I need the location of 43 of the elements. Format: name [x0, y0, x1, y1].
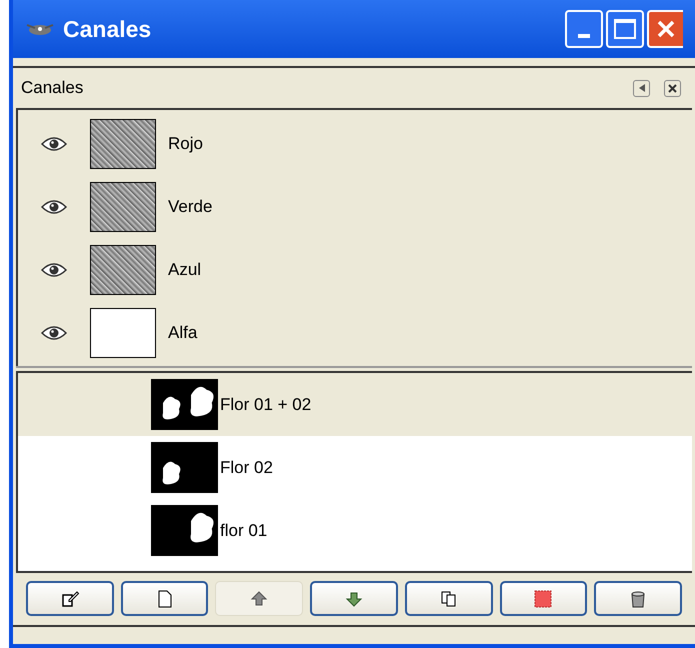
- panel-title: Canales: [21, 77, 84, 100]
- channel-name: Flor 01 + 02: [220, 394, 312, 416]
- channel-row[interactable]: Alfa: [18, 301, 692, 364]
- photo-placeholder: [90, 182, 156, 232]
- photo-placeholder: [90, 118, 156, 168]
- edit-icon: [60, 588, 80, 608]
- delete-button[interactable]: [594, 581, 682, 616]
- mask-thumbnail: [151, 505, 218, 556]
- eye-icon[interactable]: [41, 262, 67, 278]
- channel-thumbnail: [90, 308, 156, 358]
- left-triangle-icon: [638, 84, 646, 92]
- saved-channel-row[interactable]: Flor 01 + 02: [18, 373, 692, 436]
- close-icon: [656, 19, 676, 39]
- eye-icon[interactable]: [41, 136, 67, 152]
- maximize-button[interactable]: [606, 10, 644, 48]
- new-button[interactable]: [120, 581, 208, 616]
- close-button[interactable]: [647, 10, 683, 48]
- mask-thumbnail: [151, 379, 218, 430]
- channel-name: Alfa: [168, 322, 198, 344]
- photo-placeholder: [90, 244, 156, 294]
- lower-button[interactable]: [310, 581, 398, 616]
- channel-row[interactable]: Azul: [18, 238, 692, 301]
- channel-name: flor 01: [220, 520, 268, 542]
- app-logo-icon: [25, 21, 55, 37]
- close-icon: [668, 84, 677, 92]
- eye-icon[interactable]: [41, 198, 67, 214]
- channel-name: Azul: [168, 258, 202, 281]
- panel-menu-button[interactable]: [633, 80, 650, 96]
- channel-row[interactable]: Verde: [18, 175, 692, 238]
- panel-close-button[interactable]: [664, 80, 681, 96]
- duplicate-button[interactable]: [404, 581, 493, 616]
- eye-icon[interactable]: [41, 324, 67, 340]
- channel-row[interactable]: Rojo: [18, 112, 692, 175]
- channel-name: Flor 02: [220, 456, 273, 479]
- window-title: Canales: [63, 14, 152, 44]
- channel-name: Verde: [168, 196, 212, 218]
- selection-button[interactable]: [500, 581, 588, 616]
- channel-name: Rojo: [168, 132, 203, 155]
- mask-thumbnail: [151, 442, 218, 493]
- edit-button[interactable]: [26, 581, 114, 616]
- minimize-button[interactable]: [565, 10, 603, 48]
- up-arrow-icon: [249, 588, 270, 608]
- selection-icon: [533, 588, 554, 608]
